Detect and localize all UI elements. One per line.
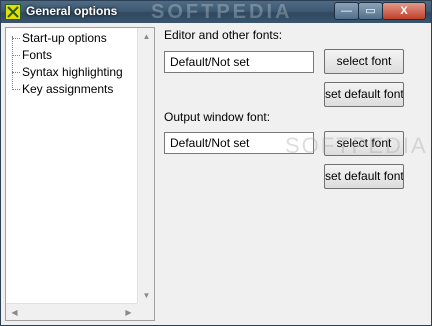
- minimize-button[interactable]: —: [334, 2, 359, 20]
- tree-item-fonts[interactable]: Fonts: [12, 47, 152, 63]
- tree-branch: [12, 55, 20, 56]
- editor-set-default-font-button[interactable]: set default font: [324, 82, 404, 107]
- watermark: SOFTPEDIA: [285, 133, 428, 158]
- output-window-font-label: Output window font:: [164, 110, 271, 124]
- tree-item-label: Start-up options: [22, 31, 107, 45]
- tree-branch: [12, 89, 20, 90]
- tree-item-label: Syntax highlighting: [22, 65, 123, 79]
- tree-item-key-assignments[interactable]: Key assignments: [12, 81, 152, 97]
- vertical-scrollbar[interactable]: ▲ ▼: [137, 28, 154, 304]
- editor-font-field[interactable]: [164, 51, 314, 73]
- tree-branch: [12, 38, 20, 39]
- output-set-default-font-button[interactable]: set default font: [324, 164, 404, 189]
- maximize-button[interactable]: ▭: [358, 2, 383, 20]
- editor-select-font-button[interactable]: select font: [324, 49, 404, 74]
- horizontal-scrollbar[interactable]: ◀ ▶: [6, 303, 137, 320]
- editor-fonts-label: Editor and other fonts:: [164, 28, 283, 42]
- watermark: SOFTPEDIA: [151, 1, 293, 23]
- tree-item-label: Fonts: [22, 48, 53, 62]
- close-button[interactable]: X: [382, 2, 426, 20]
- scroll-right-icon[interactable]: ▶: [120, 304, 137, 321]
- tree-item-startup-options[interactable]: Start-up options: [12, 30, 152, 46]
- general-options-window: General options SOFTPEDIA — ▭ X Start-up…: [0, 0, 432, 326]
- tree-item-label: Key assignments: [22, 82, 114, 96]
- fonts-panel: Editor and other fonts: select font set …: [157, 25, 429, 323]
- scrollbar-corner: [137, 303, 154, 320]
- scroll-down-icon[interactable]: ▼: [138, 287, 155, 304]
- scroll-left-icon[interactable]: ◀: [6, 304, 23, 321]
- app-icon: [5, 4, 21, 20]
- title-bar[interactable]: General options SOFTPEDIA — ▭ X: [1, 1, 431, 23]
- tree-item-syntax-highlighting[interactable]: Syntax highlighting: [12, 64, 152, 80]
- tree-branch: [12, 72, 20, 73]
- scroll-up-icon[interactable]: ▲: [138, 28, 155, 45]
- window-title: General options: [26, 4, 118, 18]
- options-tree[interactable]: Start-up options Fonts Syntax highlighti…: [5, 27, 155, 321]
